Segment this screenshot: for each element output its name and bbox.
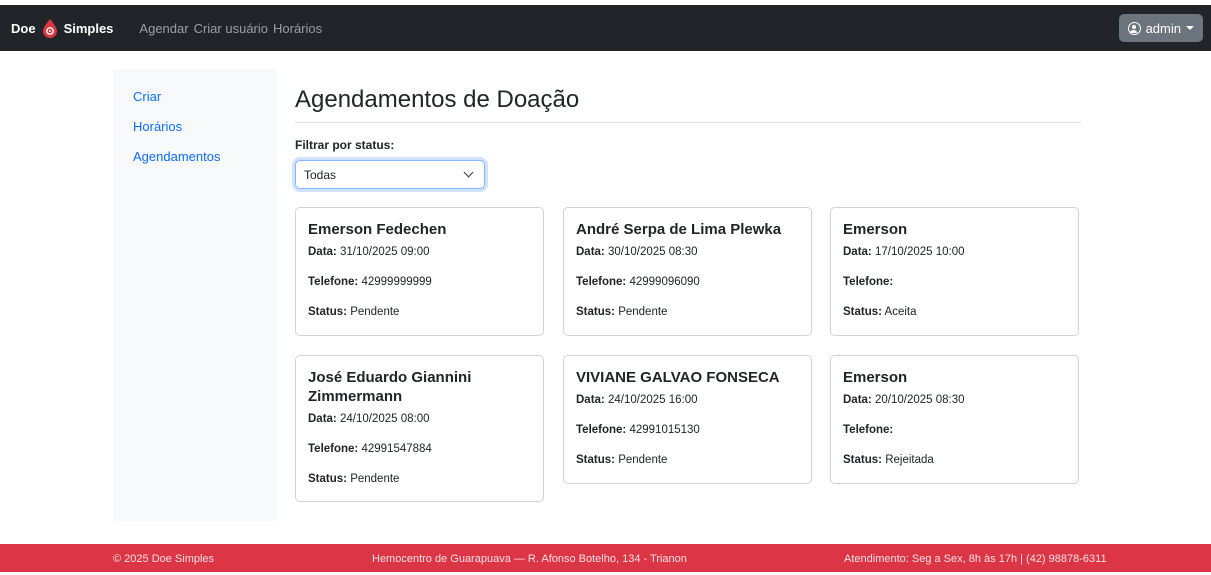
appointment-card: Emerson Data: 20/10/2025 08:30 Telefone:… [830,355,1079,484]
nav-link-horarios[interactable]: Horários [273,21,322,36]
filter-status-label: Filtrar por status: [295,138,395,152]
appointment-card: Emerson Fedechen Data: 31/10/2025 09:00 … [295,207,544,336]
page-title: Agendamentos de Doação [295,86,580,113]
phone-label: Telefone: [308,443,359,455]
donor-name: VIVIANE GALVAO FONSECA [576,369,780,386]
appointment-date: Data: 24/10/2025 16:00 [576,393,799,407]
donor-name: Emerson [843,369,908,386]
appointment-date: Data: 24/10/2025 08:00 [308,412,531,426]
sidebar: Criar Horários Agendamentos [113,69,277,521]
appointment-status: Status: Pendente [308,472,531,486]
appointment-date: Data: 20/10/2025 08:30 [843,393,1066,407]
phone-value: 42991015130 [629,424,700,436]
date-label: Data: [843,394,872,406]
phone-label: Telefone: [576,276,627,288]
phone-label: Telefone: [843,424,894,436]
phone-label: Telefone: [308,276,359,288]
nav-links: Agendar Criar usuário Horários [139,21,327,36]
appointment-phone: Telefone: [843,423,1066,437]
status-filter-select[interactable]: Todas [295,160,485,189]
brand-text-left: Doe [11,20,36,36]
footer-copyright: © 2025 Doe Simples [113,553,215,565]
status-value: Rejeitada [885,454,934,466]
status-label: Status: [308,306,347,318]
date-label: Data: [843,246,872,258]
status-filter-value: Todas [304,167,337,182]
user-circle-icon [1127,21,1141,35]
status-label: Status: [576,454,615,466]
caret-down-icon [1186,26,1194,30]
status-value: Pendente [618,306,668,318]
sidebar-item-agendamentos[interactable]: Agendamentos [113,149,277,179]
appointment-phone: Telefone: 42999096090 [576,275,799,289]
date-value: 24/10/2025 16:00 [607,394,698,406]
phone-value: 42991547884 [361,443,432,455]
chevron-down-icon [463,167,474,178]
nav-link-agendar[interactable]: Agendar [139,21,188,36]
status-label: Status: [576,306,615,318]
blood-drop-icon [42,19,57,38]
appointment-date: Data: 17/10/2025 10:00 [843,245,1066,259]
title-divider [295,122,1081,123]
appointment-status: Status: Aceita [843,305,1066,319]
status-label: Status: [308,473,347,485]
date-label: Data: [576,246,605,258]
top-navbar: Doe Simples Agendar Criar usuário Horári… [0,5,1211,51]
appointment-date: Data: 30/10/2025 08:30 [576,245,799,259]
user-menu-label: admin [1145,20,1181,36]
appointment-status: Status: Rejeitada [843,453,1066,467]
status-value: Pendente [350,306,400,318]
brand-text-right: Simples [63,20,114,36]
appointment-status: Status: Pendente [576,305,799,319]
appointment-status: Status: Pendente [308,305,531,319]
user-menu-button[interactable]: admin [1118,14,1203,42]
date-value: 20/10/2025 08:30 [874,394,965,406]
phone-label: Telefone: [576,424,627,436]
appointment-card: VIVIANE GALVAO FONSECA Data: 24/10/2025 … [563,355,812,484]
date-value: 24/10/2025 08:00 [339,413,430,425]
appointment-phone: Telefone: 42991015130 [576,423,799,437]
appointment-status: Status: Pendente [576,453,799,467]
date-label: Data: [308,246,337,258]
appointment-card: André Serpa de Lima Plewka Data: 30/10/2… [563,207,812,336]
status-value: Pendente [350,473,400,485]
brand-logo[interactable]: Doe Simples [11,18,113,38]
phone-value: 42999999999 [361,276,432,288]
status-value: Aceita [884,306,917,318]
sidebar-item-criar[interactable]: Criar [113,89,277,119]
footer-address: Hemocentro de Guarapuava — R. Afonso Bot… [372,553,687,565]
nav-link-criar-usuario[interactable]: Criar usuário [194,21,268,36]
appointment-card: Emerson Data: 17/10/2025 10:00 Telefone:… [830,207,1079,336]
appointment-card: José Eduardo Giannini Zimmermann Data: 2… [295,355,544,502]
donor-name: André Serpa de Lima Plewka [576,221,782,238]
main-content: Agendamentos de Doação Filtrar por statu… [295,69,1081,502]
date-label: Data: [308,413,337,425]
appointment-phone: Telefone: 42999999999 [308,275,531,289]
donor-name: Emerson Fedechen [308,221,447,238]
donor-name: José Eduardo Giannini Zimmermann [308,369,472,405]
date-value: 17/10/2025 10:00 [874,246,965,258]
status-label: Status: [843,306,882,318]
donor-name: Emerson [843,221,908,238]
appointment-phone: Telefone: 42991547884 [308,442,531,456]
date-label: Data: [576,394,605,406]
appointment-date: Data: 31/10/2025 09:00 [308,245,531,259]
phone-label: Telefone: [843,276,894,288]
sidebar-item-horarios[interactable]: Horários [113,119,277,149]
phone-value: 42999096090 [629,276,700,288]
status-value: Pendente [618,454,668,466]
status-label: Status: [843,454,882,466]
footer: © 2025 Doe Simples Hemocentro de Guarapu… [0,544,1211,572]
appointment-phone: Telefone: [843,275,1066,289]
date-value: 31/10/2025 09:00 [339,246,430,258]
date-value: 30/10/2025 08:30 [607,246,698,258]
footer-hours: Atendimento: Seg a Sex, 8h às 17h | (42)… [844,553,1107,565]
